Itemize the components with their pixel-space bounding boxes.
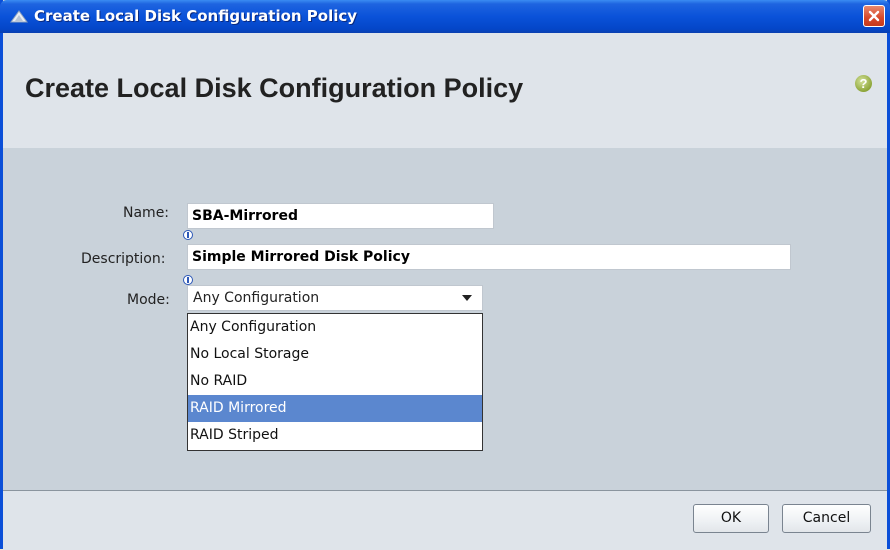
dialog-header: Create Local Disk Configuration Policy ?: [3, 33, 887, 148]
required-marker-icon: [183, 230, 193, 240]
close-button[interactable]: [863, 5, 885, 27]
cisco-ucs-icon: [10, 9, 28, 23]
required-marker-icon: [183, 275, 193, 285]
dropdown-arrow-icon[interactable]: [462, 295, 472, 301]
name-label: Name:: [123, 205, 170, 221]
mode-option-raid-mirrored[interactable]: RAID Mirrored: [188, 395, 482, 422]
mode-option-no-local-storage[interactable]: No Local Storage: [188, 341, 482, 368]
dialog-footer: OK Cancel: [3, 490, 887, 550]
mode-option-any-configuration[interactable]: Any Configuration: [188, 314, 482, 341]
description-input[interactable]: Simple Mirrored Disk Policy: [187, 244, 791, 270]
window-title: Create Local Disk Configuration Policy: [34, 7, 358, 25]
mode-select[interactable]: Any Configuration: [187, 285, 483, 311]
mode-option-no-raid[interactable]: No RAID: [188, 368, 482, 395]
page-title: Create Local Disk Configuration Policy: [25, 73, 524, 103]
help-icon[interactable]: ?: [855, 75, 872, 92]
dialog-window: Create Local Disk Configuration Policy C…: [0, 0, 890, 550]
close-icon: [868, 10, 880, 22]
mode-select-value: Any Configuration: [193, 290, 320, 306]
mode-option-raid-striped[interactable]: RAID Striped: [188, 422, 482, 449]
title-bar[interactable]: Create Local Disk Configuration Policy: [0, 0, 890, 33]
mode-label: Mode:: [127, 292, 170, 308]
description-label: Description:: [81, 251, 166, 267]
ok-button[interactable]: OK: [693, 504, 769, 533]
mode-dropdown-list: Any Configuration No Local Storage No RA…: [187, 313, 483, 451]
name-input[interactable]: SBA-Mirrored: [187, 203, 494, 229]
cancel-button[interactable]: Cancel: [782, 504, 871, 533]
